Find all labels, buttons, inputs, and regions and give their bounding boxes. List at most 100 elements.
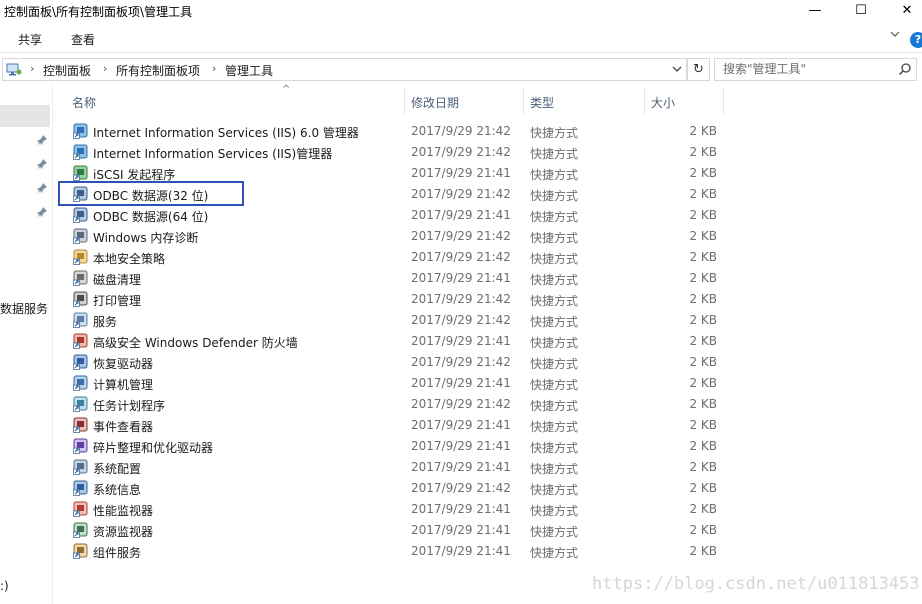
file-row[interactable]: 系统信息 2017/9/29 21:42 快捷方式 2 KB: [70, 478, 750, 499]
file-name[interactable]: 计算机管理: [93, 376, 153, 393]
breadcrumb-separator-icon: ›: [30, 62, 35, 75]
file-size: 2 KB: [689, 355, 717, 369]
file-name[interactable]: Internet Information Services (IIS) 6.0 …: [93, 124, 359, 141]
column-header-type[interactable]: 类型: [530, 94, 554, 111]
file-row[interactable]: 恢复驱动器 2017/9/29 21:42 快捷方式 2 KB: [70, 352, 750, 373]
file-size: 2 KB: [689, 313, 717, 327]
address-bar[interactable]: › 控制面板 › 所有控制面板项 › 管理工具: [2, 58, 687, 81]
refresh-button[interactable]: ↻: [687, 58, 710, 81]
column-divider[interactable]: [723, 88, 724, 114]
file-row[interactable]: 组件服务 2017/9/29 21:41 快捷方式 2 KB: [70, 541, 750, 562]
column-header-date[interactable]: 修改日期: [411, 94, 459, 111]
file-size: 2 KB: [689, 229, 717, 243]
file-size: 2 KB: [689, 544, 717, 558]
column-divider[interactable]: [404, 88, 405, 114]
file-name[interactable]: 本地安全策略: [93, 250, 165, 267]
pin-icon[interactable]: [36, 158, 48, 173]
nav-selected-item[interactable]: [0, 105, 50, 127]
file-type: 快捷方式: [530, 336, 579, 350]
file-row[interactable]: 高级安全 Windows Defender 防火墙 2017/9/29 21:41…: [70, 331, 750, 352]
file-row[interactable]: 性能监视器 2017/9/29 21:41 快捷方式 2 KB: [70, 499, 750, 520]
file-name[interactable]: 组件服务: [93, 544, 141, 561]
breadcrumb-admin-tools[interactable]: 管理工具: [225, 62, 273, 79]
pin-icon[interactable]: [36, 206, 48, 221]
file-modified-date: 2017/9/29 21:41: [411, 544, 511, 558]
file-type: 快捷方式: [530, 273, 579, 287]
file-name[interactable]: ODBC 数据源(64 位): [93, 208, 208, 225]
file-name[interactable]: 资源监视器: [93, 523, 153, 540]
close-button[interactable]: ✕: [884, 0, 922, 22]
maximize-button[interactable]: ☐: [838, 0, 884, 22]
breadcrumb-separator-icon[interactable]: ›: [212, 62, 216, 75]
file-name[interactable]: 碎片整理和优化驱动器: [93, 439, 213, 456]
print-management-icon: [73, 291, 89, 307]
breadcrumb-control-panel[interactable]: 控制面板: [43, 62, 91, 79]
column-header-size[interactable]: 大小: [651, 94, 675, 111]
file-size: 2 KB: [689, 523, 717, 537]
breadcrumb-separator-icon[interactable]: ›: [103, 62, 107, 75]
pin-icon[interactable]: [36, 134, 48, 149]
file-modified-date: 2017/9/29 21:42: [411, 145, 511, 159]
minimize-button[interactable]: —: [792, 0, 838, 22]
file-type: 快捷方式: [530, 168, 579, 182]
breadcrumb-all-items[interactable]: 所有控制面板项: [116, 62, 200, 79]
file-row[interactable]: Windows 内存诊断 2017/9/29 21:42 快捷方式 2 KB: [70, 226, 750, 247]
tab-view[interactable]: 查看: [71, 31, 95, 48]
file-row[interactable]: 资源监视器 2017/9/29 21:41 快捷方式 2 KB: [70, 520, 750, 541]
file-modified-date: 2017/9/29 21:41: [411, 166, 511, 180]
file-row[interactable]: 磁盘清理 2017/9/29 21:41 快捷方式 2 KB: [70, 268, 750, 289]
search-box[interactable]: [714, 58, 917, 81]
computer-management-icon: [73, 375, 89, 391]
file-name[interactable]: 打印管理: [93, 292, 141, 309]
file-modified-date: 2017/9/29 21:42: [411, 397, 511, 411]
file-name[interactable]: 系统配置: [93, 460, 141, 477]
file-name[interactable]: Internet Information Services (IIS)管理器: [93, 145, 332, 162]
file-name[interactable]: 事件查看器: [93, 418, 153, 435]
column-divider[interactable]: [644, 88, 645, 114]
file-name[interactable]: 磁盘清理: [93, 271, 141, 288]
file-row[interactable]: 打印管理 2017/9/29 21:42 快捷方式 2 KB: [70, 289, 750, 310]
column-header-name[interactable]: 名称: [72, 94, 96, 111]
file-row[interactable]: 碎片整理和优化驱动器 2017/9/29 21:41 快捷方式 2 KB: [70, 436, 750, 457]
tab-share[interactable]: 共享: [18, 31, 42, 48]
recovery-drive-icon: [73, 354, 89, 370]
file-name[interactable]: 服务: [93, 313, 117, 330]
file-name[interactable]: 高级安全 Windows Defender 防火墙: [93, 334, 298, 351]
file-name[interactable]: 系统信息: [93, 481, 141, 498]
file-row[interactable]: 任务计划程序 2017/9/29 21:42 快捷方式 2 KB: [70, 394, 750, 415]
file-modified-date: 2017/9/29 21:42: [411, 229, 511, 243]
file-row[interactable]: ODBC 数据源(64 位) 2017/9/29 21:41 快捷方式 2 KB: [70, 205, 750, 226]
file-row[interactable]: Internet Information Services (IIS) 6.0 …: [70, 121, 750, 142]
search-icon[interactable]: [898, 62, 912, 79]
file-row[interactable]: 本地安全策略 2017/9/29 21:42 快捷方式 2 KB: [70, 247, 750, 268]
nav-item-data-services[interactable]: 数据服务: [0, 300, 48, 317]
search-input[interactable]: [723, 61, 893, 77]
help-icon[interactable]: ?: [910, 32, 922, 48]
file-name[interactable]: Windows 内存诊断: [93, 229, 198, 246]
iis-icon: [73, 123, 89, 139]
file-modified-date: 2017/9/29 21:41: [411, 439, 511, 453]
file-row[interactable]: 系统配置 2017/9/29 21:41 快捷方式 2 KB: [70, 457, 750, 478]
file-name[interactable]: 恢复驱动器: [93, 355, 153, 372]
file-row[interactable]: 事件查看器 2017/9/29 21:41 快捷方式 2 KB: [70, 415, 750, 436]
file-name[interactable]: 性能监视器: [93, 502, 153, 519]
file-type: 快捷方式: [530, 147, 579, 161]
file-type: 快捷方式: [530, 357, 579, 371]
file-name[interactable]: 任务计划程序: [93, 397, 165, 414]
file-size: 2 KB: [689, 271, 717, 285]
ribbon-expand-chevron-icon[interactable]: [889, 28, 901, 43]
file-modified-date: 2017/9/29 21:41: [411, 376, 511, 390]
file-row[interactable]: Internet Information Services (IIS)管理器 20…: [70, 142, 750, 163]
file-row[interactable]: 计算机管理 2017/9/29 21:41 快捷方式 2 KB: [70, 373, 750, 394]
pin-icon[interactable]: [36, 182, 48, 197]
file-modified-date: 2017/9/29 21:42: [411, 292, 511, 306]
sort-ascending-icon: ^: [282, 84, 291, 95]
file-row[interactable]: 服务 2017/9/29 21:42 快捷方式 2 KB: [70, 310, 750, 331]
nav-item-drive[interactable]: :): [0, 579, 9, 593]
file-type: 快捷方式: [530, 399, 579, 413]
address-dropdown-chevron-icon[interactable]: [671, 62, 683, 79]
file-type: 快捷方式: [530, 294, 579, 308]
column-divider[interactable]: [523, 88, 524, 114]
file-size: 2 KB: [689, 397, 717, 411]
disk-cleanup-icon: [73, 270, 89, 286]
